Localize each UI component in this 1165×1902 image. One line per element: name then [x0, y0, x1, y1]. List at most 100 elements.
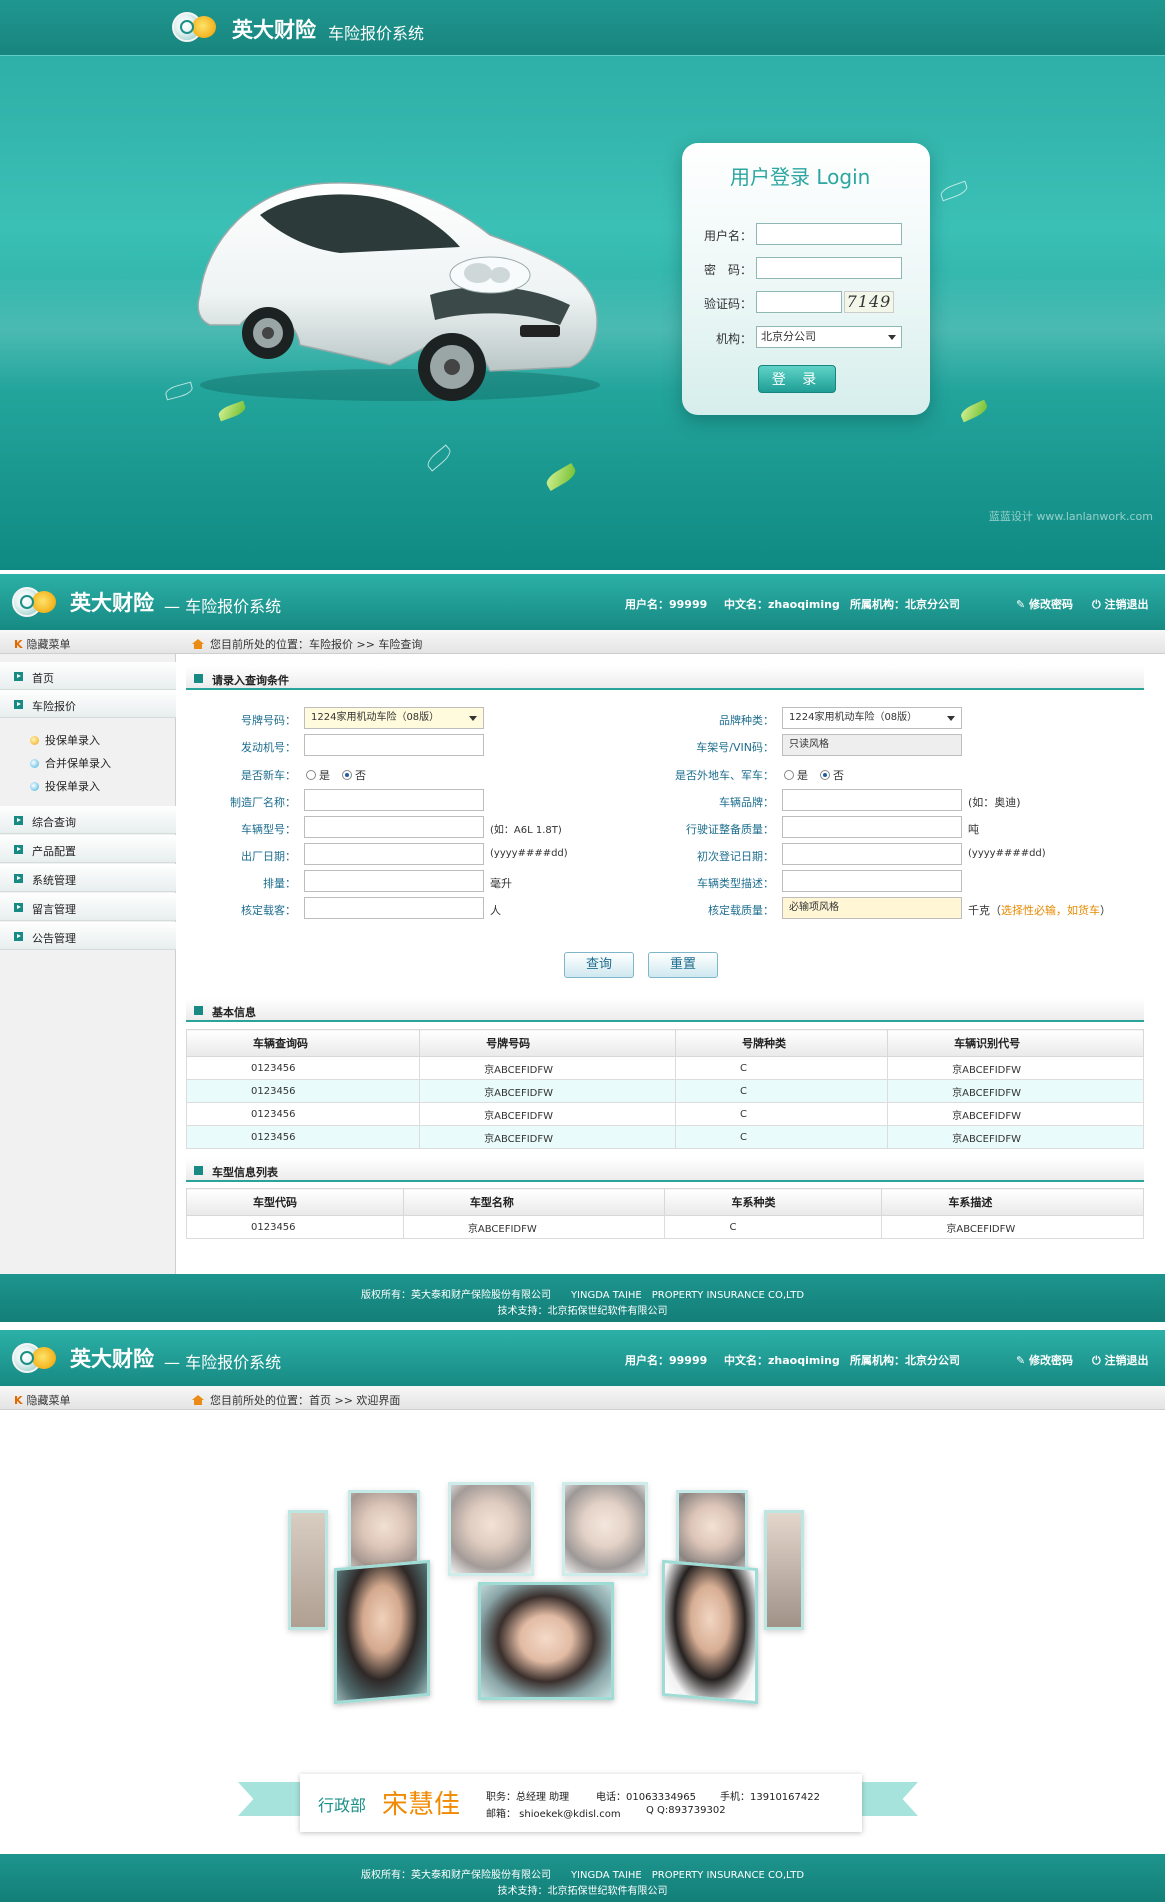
table-row[interactable]: 0123456 京ABCEFIDFW C 京ABCEFIDFW: [185, 1056, 1144, 1080]
staff-photo[interactable]: [562, 1482, 648, 1576]
query-button[interactable]: 查询: [564, 952, 634, 978]
displacement-label: 排量：: [263, 877, 296, 890]
brand-name: 英大财险: [70, 591, 154, 615]
table-row[interactable]: 0123456 京ABCEFIDFW C 京ABCEFIDFW: [186, 1215, 1144, 1239]
model-list-title: 车型信息列表: [212, 1166, 278, 1179]
foreign-yes[interactable]: 是: [784, 767, 808, 783]
chevron-down-icon: [888, 335, 896, 340]
company-logo-icon: [172, 12, 218, 42]
username-input[interactable]: [756, 223, 902, 245]
change-password-link[interactable]: ✎ 修改密码: [1016, 596, 1073, 612]
breadcrumb-text: 您目前所处的位置：首页 >> 欢迎界面: [210, 1394, 401, 1407]
seats-input[interactable]: [304, 897, 484, 919]
change-password-link[interactable]: ✎ 修改密码: [1016, 1352, 1073, 1368]
vin-input[interactable]: 只读风格: [782, 734, 962, 756]
sidebar-item-notices[interactable]: 公告管理: [0, 922, 176, 950]
username-row: 用户名：: [698, 223, 918, 247]
sidebar-item-label: 车险报价: [32, 700, 76, 713]
table-row[interactable]: 0123456 京ABCEFIDFW C 京ABCEFIDFW: [185, 1125, 1144, 1149]
radio-icon: [306, 770, 316, 780]
basic-info-header: 基本信息: [186, 998, 1144, 1022]
system-name: — 车险报价系统: [164, 597, 282, 616]
table-cell: C: [674, 1102, 889, 1126]
displacement-input[interactable]: [304, 870, 484, 892]
staff-photo[interactable]: [334, 1559, 430, 1705]
column-header: 车系种类: [664, 1188, 883, 1216]
leaf-outline-icon: [938, 180, 970, 202]
staff-mobile: 手机：13910167422: [720, 1792, 820, 1803]
sidebar-item-general-query[interactable]: 综合查询: [0, 806, 176, 834]
car-brand-hint: (如：奥迪): [968, 796, 1021, 809]
model-list-table: 车型代码 车型名称 车系种类 车系描述 0123456 京ABCEFIDFW C 京ABCE…: [186, 1188, 1144, 1239]
sidebar-subitem-policy-entry[interactable]: 投保单录入: [30, 732, 100, 752]
ml-unit: 毫升: [490, 877, 512, 890]
column-header: 车型名称: [402, 1188, 666, 1216]
plate-type-select[interactable]: 1224家用机动车险（08版）: [304, 707, 484, 729]
reset-button[interactable]: 重置: [648, 952, 718, 978]
sidebar-item-messages[interactable]: 留言管理: [0, 893, 176, 921]
new-car-yes[interactable]: 是: [306, 767, 330, 783]
sidebar-item-quote[interactable]: 车险报价: [0, 690, 176, 718]
sidebar-subitem-merge-entry[interactable]: 合并保单录入: [30, 755, 111, 775]
footer-copyright: 版权所有：英大泰和财产保险股份有限公司 YINGDA TAIHE PROPERT…: [360, 1290, 805, 1301]
car-brand-input[interactable]: [782, 789, 962, 811]
table-row[interactable]: 0123456 京ABCEFIDFW C 京ABCEFIDFW: [185, 1079, 1144, 1103]
change-password-label: 修改密码: [1029, 598, 1074, 611]
load-value: 必输项风格: [789, 902, 839, 913]
staff-photo[interactable]: [764, 1510, 804, 1630]
system-name: — 车险报价系统: [164, 1353, 282, 1372]
company-logo-icon: [12, 587, 58, 617]
captcha-input[interactable]: [756, 291, 842, 313]
dot-icon: [30, 759, 39, 768]
table-cell: 京ABCEFIDFW: [419, 1056, 676, 1080]
sidebar-item-label: 综合查询: [32, 816, 76, 829]
maker-label: 制造厂名称：: [230, 796, 296, 809]
staff-photo-featured[interactable]: [478, 1582, 614, 1700]
column-header: 车辆识别代号: [887, 1029, 1144, 1057]
sidebar-subitem-policy-entry-2[interactable]: 投保单录入: [30, 778, 100, 798]
table-cell: 京ABCEFIDFW: [887, 1125, 1144, 1149]
org-select[interactable]: 北京分公司: [756, 326, 902, 348]
sidebar-item-home[interactable]: 首页: [0, 662, 176, 690]
captcha-row: 验证码： 7149: [698, 291, 918, 315]
brand-type-select[interactable]: 1224家用机动车险（08版）: [782, 707, 962, 729]
login-title: 用户登录 Login: [730, 165, 871, 189]
car-desc-input[interactable]: [782, 870, 962, 892]
maker-input[interactable]: [304, 789, 484, 811]
license-mass-input[interactable]: [782, 816, 962, 838]
new-car-no[interactable]: 否: [342, 767, 366, 783]
engine-input[interactable]: [304, 734, 484, 756]
load-input[interactable]: 必输项风格: [782, 897, 962, 919]
table-cell: 京ABCEFIDFW: [402, 1215, 666, 1239]
first-reg-input[interactable]: [782, 843, 962, 865]
login-button[interactable]: 登 录: [758, 365, 836, 393]
captcha-image[interactable]: 7149: [844, 291, 894, 313]
staff-photo[interactable]: [288, 1510, 328, 1630]
bullet-icon: [14, 845, 23, 854]
table-cell: 京ABCEFIDFW: [887, 1079, 1144, 1103]
model-input[interactable]: [304, 816, 484, 838]
foreign-no[interactable]: 否: [820, 767, 844, 783]
logout-link[interactable]: ⏻ 注销退出: [1092, 596, 1149, 612]
table-cell: C: [674, 1125, 889, 1149]
hide-menu-button[interactable]: K 隐藏菜单: [14, 636, 71, 652]
factory-date-input[interactable]: [304, 843, 484, 865]
table-cell: 京ABCEFIDFW: [419, 1079, 676, 1103]
sidebar-item-label: 留言管理: [32, 903, 76, 916]
sidebar-item-system[interactable]: 系统管理: [0, 864, 176, 892]
header-org: 所属机构：北京分公司: [850, 598, 960, 611]
staff-photo[interactable]: [448, 1482, 534, 1576]
org-label: 机构：: [715, 332, 752, 346]
bullet-icon: [14, 816, 23, 825]
header-username: 用户名：99999: [625, 598, 708, 611]
sidebar-item-product-config[interactable]: 产品配置: [0, 835, 176, 863]
logout-link[interactable]: ⏻ 注销退出: [1092, 1352, 1149, 1368]
sidebar-item-label: 公告管理: [32, 932, 76, 945]
header-username: 用户名：99999: [625, 1354, 708, 1367]
no-label: 否: [355, 769, 366, 782]
staff-photo[interactable]: [662, 1559, 758, 1705]
table-row[interactable]: 0123456 京ABCEFIDFW C 京ABCEFIDFW: [185, 1102, 1144, 1126]
password-input[interactable]: [756, 257, 902, 279]
car-desc-label: 车辆类型描述：: [697, 877, 774, 890]
hide-menu-button[interactable]: K 隐藏菜单: [14, 1392, 71, 1408]
